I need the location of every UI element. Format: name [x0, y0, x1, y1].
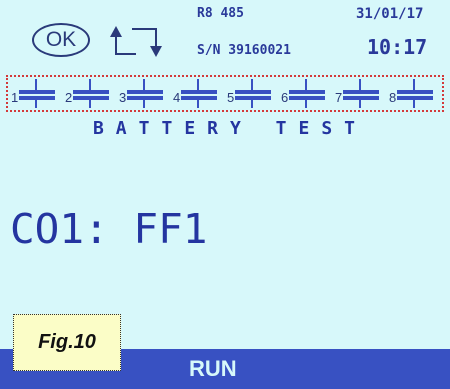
serial-number: S/N 39160021 — [197, 43, 291, 58]
battery-cell-2: 2 — [62, 77, 112, 110]
battery-cell-6: 6 — [278, 77, 328, 110]
battery-cell-icon — [181, 79, 217, 108]
battery-cell-icon — [235, 79, 271, 108]
cell-number: 2 — [65, 90, 73, 105]
battery-cell-3: 3 — [116, 77, 166, 110]
battery-cell-icon — [289, 79, 325, 108]
battery-cell-icon — [127, 79, 163, 108]
cell-number: 4 — [173, 90, 181, 105]
code-display: CO1: FF1 — [10, 205, 208, 253]
ok-button[interactable]: OK — [32, 23, 90, 57]
battery-cell-1: 1 — [8, 77, 58, 110]
cell-number: 3 — [119, 90, 127, 105]
status-text: RUN — [189, 356, 237, 381]
battery-cell-icon — [73, 79, 109, 108]
cell-number: 5 — [227, 90, 235, 105]
time-display: 10:17 — [367, 35, 428, 59]
battery-cell-icon — [397, 79, 433, 108]
cycle-arrows-icon — [110, 26, 162, 57]
battery-cell-4: 4 — [170, 77, 220, 110]
battery-cell-icon — [343, 79, 379, 108]
figure-label: Fig.10 — [13, 314, 121, 371]
screen-title: BATTERY TEST — [92, 118, 368, 139]
cell-number: 1 — [11, 90, 19, 105]
battery-cell-icon — [19, 79, 55, 108]
cell-number: 6 — [281, 90, 289, 105]
device-screen: OK R8 485 S/N 39160021 31/01/17 10:17 1 … — [0, 0, 450, 389]
date-display: 31/01/17 — [356, 6, 424, 22]
battery-cell-5: 5 — [224, 77, 274, 110]
battery-cell-8: 8 — [386, 77, 436, 110]
battery-cell-7: 7 — [332, 77, 382, 110]
cell-number: 7 — [335, 90, 343, 105]
battery-cell-strip: 1 2 3 4 5 6 7 8 — [6, 75, 444, 112]
model-label: R8 485 — [197, 6, 244, 21]
cell-number: 8 — [389, 90, 397, 105]
